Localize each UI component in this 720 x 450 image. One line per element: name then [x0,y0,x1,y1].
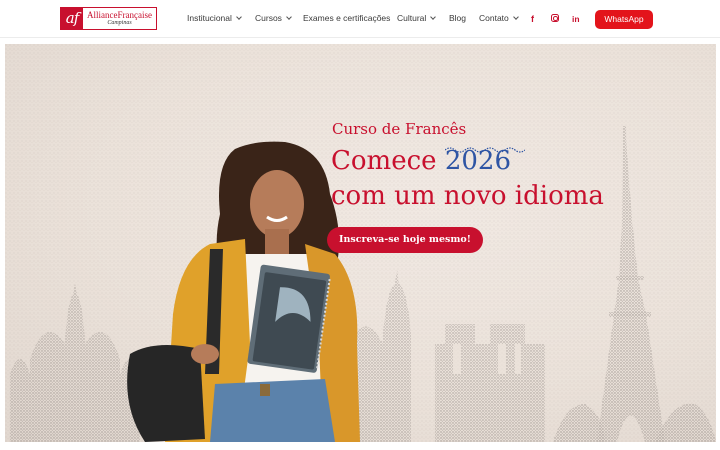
nav-item-contato[interactable]: Contato [479,13,519,23]
hero-banner: Curso de Francês Comece 2026 com um novo… [5,44,716,442]
chevron-down-icon [512,13,519,20]
nav-item-exames[interactable]: Exames e certificações [303,13,390,23]
nav-item-cursos[interactable]: Cursos [255,13,292,23]
instagram-icon[interactable] [551,14,559,22]
logo-subtitle: Campinas [107,20,132,26]
nav-item-cultural[interactable]: Cultural [397,13,437,23]
hero-headline-line-2: com um novo idioma [331,181,604,211]
linkedin-icon[interactable]: in [572,13,580,25]
year-underline [444,147,525,153]
hero-kicker: Curso de Francês [332,120,467,138]
logo-name: AllianceFrançaise [87,10,152,20]
site-header: af AllianceFrançaise Campinas Institucio… [0,0,720,38]
chevron-down-icon [236,13,242,20]
hero-headline-year: 2026 [444,146,525,176]
chevron-down-icon [286,13,292,20]
hero-headline-start: Comece [331,146,437,176]
enroll-button[interactable]: Inscreva-se hoje mesmo! [327,227,483,253]
facebook-icon[interactable]: f [531,13,534,25]
nav-item-blog[interactable]: Blog [449,13,466,23]
logo-mark: af [61,8,83,29]
hero-headline-line-1: Comece 2026 [331,146,525,176]
brand-logo[interactable]: af AllianceFrançaise Campinas [60,7,157,30]
whatsapp-button[interactable]: WhatsApp [595,10,653,29]
nav-item-institucional[interactable]: Institucional [187,13,242,23]
chevron-down-icon [430,13,437,20]
